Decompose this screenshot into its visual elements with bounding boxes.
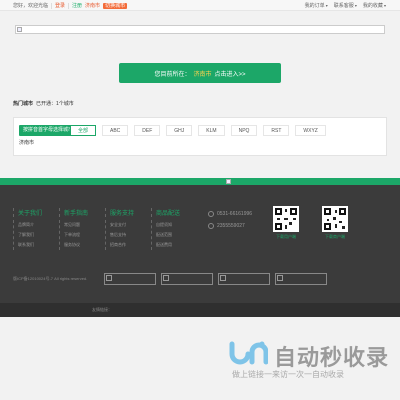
footer-link[interactable]: 品牌简介 xyxy=(18,220,42,230)
footer-link[interactable]: 安全支付 xyxy=(110,220,134,230)
broken-image-icon xyxy=(17,27,22,32)
footer-column-guide: 新手指南 常见问题 下单流程 服务协议 xyxy=(59,208,88,250)
footer-contact: 0531-66161996 2355559027 xyxy=(208,208,252,232)
cta-prefix: 您目前所在： xyxy=(154,71,191,78)
divider xyxy=(68,2,70,9)
qr-code-icon xyxy=(322,206,348,232)
watermark: 自动秒收录 做上链接一来访一次一自动收录 xyxy=(228,340,388,380)
letter-tabs: 全部 ABC DEF GHJ KLM NPQ RST WXYZ xyxy=(70,125,326,136)
letter-tab-ghj[interactable]: GHJ xyxy=(166,125,193,136)
qr-merchant-app[interactable]: 下载商户端 xyxy=(322,206,348,240)
watermark-logo-icon xyxy=(229,341,268,365)
letter-tab-def[interactable]: DEF xyxy=(134,125,161,136)
contact-qq-row: 2355559027 xyxy=(208,220,252,232)
footer-link[interactable]: 联系我们 xyxy=(18,240,42,250)
cta-city: 济南市 xyxy=(193,71,212,78)
greeting-text: 您好，欢迎光临 xyxy=(13,3,49,9)
trust-badge[interactable] xyxy=(275,273,327,285)
letter-tab-abc[interactable]: ABC xyxy=(102,125,129,136)
trust-badges xyxy=(104,273,327,285)
footer-column-title: 商品配送 xyxy=(151,208,180,217)
my-favorites-link[interactable]: 我的收藏 xyxy=(363,2,386,9)
my-orders-link[interactable]: 我的订单 xyxy=(305,2,328,9)
footer-column-links: 常见问题 下单流程 服务协议 xyxy=(59,220,88,250)
watermark-title: 自动秒收录 xyxy=(274,345,390,370)
login-link[interactable]: 登录 xyxy=(55,2,65,9)
letter-tab-rst[interactable]: RST xyxy=(263,125,290,136)
qq-icon xyxy=(208,223,214,229)
footer-column-title: 服务支持 xyxy=(105,208,134,217)
copyright-text: 版ICP备12010024号-7 All rights reserved. xyxy=(13,276,88,281)
footer-link[interactable]: 服务协议 xyxy=(64,240,88,250)
letter-tab-klm[interactable]: KLM xyxy=(198,125,225,136)
cta-action: 点击进入>> xyxy=(214,71,246,78)
qr-user-app[interactable]: 下载用户端 xyxy=(273,206,299,240)
friend-links-label: 友情链接： xyxy=(92,307,112,312)
contact-qq: 2355559027 xyxy=(217,223,245,229)
opened-count: 已开通：1个城市 xyxy=(36,101,74,107)
contact-phone-row: 0531-66161996 xyxy=(208,208,252,220)
footer-column-about: 关于我们 品牌简介 了解我们 联系我们 xyxy=(13,208,42,250)
footer-link[interactable]: 下单流程 xyxy=(64,230,88,240)
footer-column-links: 自提须知 配送范围 配送费用 xyxy=(151,220,180,250)
footer-link[interactable]: 售后支持 xyxy=(110,230,134,240)
trust-badge[interactable] xyxy=(161,273,213,285)
footer-column-support: 服务支持 安全支付 售后支持 招商合作 xyxy=(105,208,134,250)
hot-cities-label: 热门城市 xyxy=(13,101,34,107)
top-bar-left: 您好，欢迎光临 登录 注册 济南市 切换城市 xyxy=(13,2,128,9)
qr-label: 下载用户端 xyxy=(276,234,296,239)
friend-links-bar: 友情链接： xyxy=(0,303,400,317)
footer-link[interactable]: 自提须知 xyxy=(156,220,180,230)
footer: 关于我们 品牌简介 了解我们 联系我们 新手指南 常见问题 下单流程 服务协议 … xyxy=(0,185,400,303)
city-link-jinan[interactable]: 济南市 xyxy=(19,139,34,146)
register-link[interactable]: 注册 xyxy=(72,2,82,9)
qr-label: 下载商户端 xyxy=(325,234,345,239)
qr-code-icon xyxy=(273,206,299,232)
footer-column-title: 关于我们 xyxy=(13,208,42,217)
current-city: 济南市 xyxy=(85,3,101,9)
watermark-subtitle: 做上链接一来访一次一自动收录 xyxy=(232,370,344,379)
footer-column-links: 品牌简介 了解我们 联系我们 xyxy=(13,220,42,250)
phone-icon xyxy=(208,211,214,217)
enter-city-button[interactable]: 您目前所在： 济南市 点击进入>> xyxy=(119,63,281,83)
footer-column-links: 安全支付 售后支持 招商合作 xyxy=(105,220,134,250)
letter-tab-all[interactable]: 全部 xyxy=(70,125,97,136)
divider xyxy=(51,2,53,9)
footer-column-title: 新手指南 xyxy=(59,208,88,217)
hot-cities: 热门城市 已开通：1个城市 xyxy=(13,100,74,107)
trust-badge[interactable] xyxy=(104,273,156,285)
footer-link[interactable]: 了解我们 xyxy=(18,230,42,240)
top-bar: 您好，欢迎光临 登录 注册 济南市 切换城市 我的订单 联系客服 我的收藏 xyxy=(0,0,400,11)
contact-phone: 0531-66161996 xyxy=(217,211,253,217)
footer-link[interactable]: 配送费用 xyxy=(156,240,180,250)
broken-image-icon xyxy=(226,179,231,184)
letter-tab-wxyz[interactable]: WXYZ xyxy=(295,125,326,136)
trust-badge[interactable] xyxy=(218,273,270,285)
top-bar-right: 我的订单 联系客服 我的收藏 xyxy=(305,2,386,9)
contact-service-link[interactable]: 联系客服 xyxy=(334,2,357,9)
city-selector: 按拼音首字母选择城市： 全部 ABC DEF GHJ KLM NPQ RST W… xyxy=(13,117,387,156)
footer-link[interactable]: 配送范围 xyxy=(156,230,180,240)
switch-city-button[interactable]: 切换城市 xyxy=(103,2,128,9)
footer-column-delivery: 商品配送 自提须知 配送范围 配送费用 xyxy=(151,208,180,250)
footer-link[interactable]: 常见问题 xyxy=(64,220,88,230)
letter-tab-npq[interactable]: NPQ xyxy=(230,125,258,136)
banner-image-placeholder xyxy=(15,25,385,34)
footer-top-strip xyxy=(0,178,400,185)
footer-link[interactable]: 招商合作 xyxy=(110,240,134,250)
